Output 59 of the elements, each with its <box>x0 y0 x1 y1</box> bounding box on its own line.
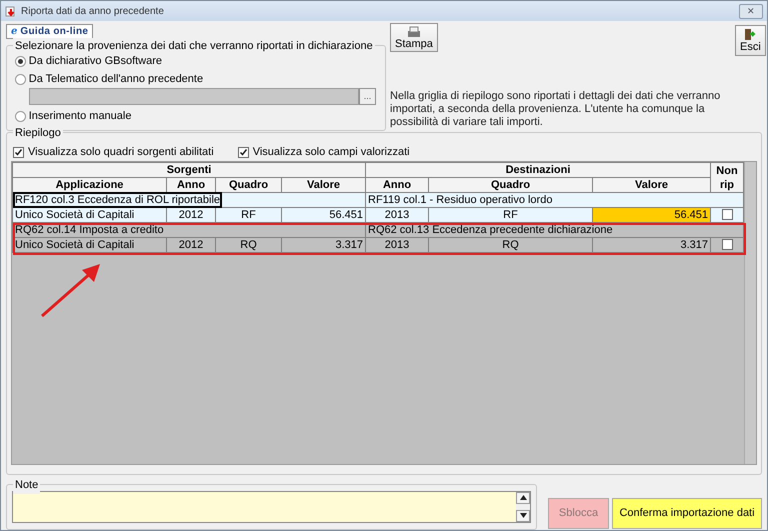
column-header: Quadro <box>216 178 282 192</box>
table-cell: 2013 <box>366 208 428 222</box>
window-title: Riporta dati da anno precedente <box>21 4 164 18</box>
print-button[interactable]: Stampa <box>390 23 438 52</box>
column-header: Anno <box>166 178 216 192</box>
description-text: Nella griglia di riepilogo sono riportati i dettagli dei dati che verranno importati, a seconda della provenienza. L'utente ha comunque la possibilità di variare tali importi. <box>390 90 722 129</box>
row-description: RF120 col.3 Eccedenza di ROL riportabile <box>15 194 220 206</box>
table-cell: 2013 <box>366 238 428 252</box>
table-cell: Unico Società di Capitali <box>12 208 166 222</box>
checkbox[interactable] <box>722 239 732 250</box>
table-cell: RQ <box>428 238 592 252</box>
table-cell: 2012 <box>166 208 216 222</box>
table-cell[interactable]: 3.317 <box>592 238 710 252</box>
up-arrow-icon <box>520 494 526 500</box>
checkbox-label[interactable]: Visualizza solo campi valorizzati <box>252 144 410 161</box>
radio-button[interactable] <box>15 74 26 84</box>
exit-button[interactable]: Esci <box>735 25 766 56</box>
table-cell: 56.451 <box>282 208 366 222</box>
column-header: Valore <box>592 178 710 192</box>
radio-label[interactable]: Inserimento manuale <box>28 108 132 124</box>
help-button[interactable]: e Guida on-line <box>6 24 94 39</box>
group-title: Selezionare la provenienza dei dati che verranno riportati in dichiarazione <box>13 38 375 54</box>
column-header: Applicazione <box>12 178 166 192</box>
door-icon <box>744 28 756 41</box>
row-description: RF119 col.1 - Residuo operativo lordo <box>366 192 744 208</box>
column-group-header: Destinazioni <box>366 162 710 178</box>
column-group-header: Non rip <box>710 162 744 192</box>
printer-icon <box>406 26 421 38</box>
column-header: Quadro <box>428 178 592 192</box>
browser-icon: e <box>11 25 18 38</box>
radio-label[interactable]: Da Telematico dell'anno precedente <box>28 70 204 88</box>
browse-button[interactable]: ... <box>359 88 376 105</box>
column-header: Valore <box>282 178 366 192</box>
checkbox[interactable] <box>722 209 732 220</box>
column-header: Anno <box>366 178 428 192</box>
checkbox-label[interactable]: Visualizza solo quadri sorgenti abilitati <box>28 144 214 161</box>
scroll-up-button[interactable] <box>516 492 530 504</box>
scroll-down-button[interactable] <box>516 510 530 522</box>
confirm-button[interactable]: Conferma importazione dati <box>612 498 762 529</box>
radio-label[interactable]: Da dichiarativo GBsoftware <box>28 52 162 70</box>
group-title: Note <box>13 477 40 494</box>
app-icon <box>5 4 17 17</box>
column-group-header: Sorgenti <box>12 162 366 178</box>
group-title: Riepilogo <box>13 125 63 142</box>
table-cell: 2012 <box>166 238 216 252</box>
table-cell: RF <box>428 208 592 222</box>
down-arrow-icon <box>520 512 526 518</box>
radio-button[interactable] <box>15 56 26 66</box>
table-cell: RQ <box>216 238 282 252</box>
table-cell[interactable]: 56.451 <box>592 208 710 222</box>
table-cell: 3.317 <box>282 238 366 252</box>
scrollbar-track[interactable] <box>744 162 756 464</box>
notes-field[interactable] <box>12 491 531 523</box>
file-path-field[interactable] <box>29 88 359 105</box>
checkbox[interactable] <box>238 147 249 158</box>
table-cell: RF <box>216 208 282 222</box>
close-button[interactable]: ✕ <box>739 4 763 18</box>
checkbox[interactable] <box>13 147 24 158</box>
radio-button[interactable] <box>15 110 26 122</box>
